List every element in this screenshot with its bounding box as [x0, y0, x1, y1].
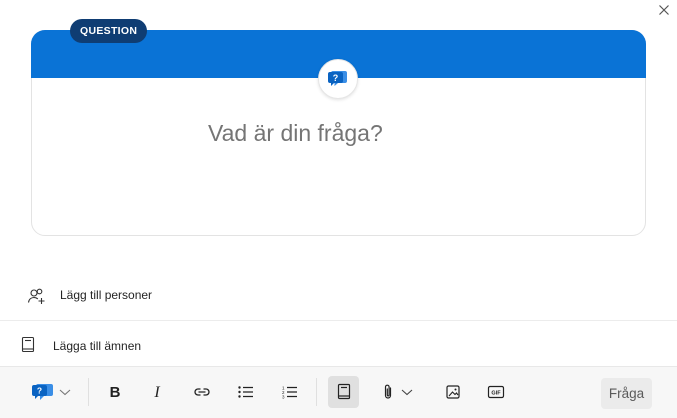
chevron-down-icon: [401, 389, 413, 396]
link-icon: [194, 388, 210, 396]
attach-dropdown[interactable]: [376, 376, 420, 408]
add-people-row[interactable]: Lägg till personer: [0, 282, 677, 310]
question-chat-icon: ?: [328, 71, 347, 86]
question-card: QUESTION ?: [31, 19, 646, 236]
svg-text:3: 3: [282, 395, 285, 400]
topic-book-icon: [20, 335, 36, 355]
chevron-down-icon: [59, 389, 71, 396]
numbered-list-icon: 1 2 3: [282, 386, 297, 400]
svg-text:B: B: [110, 384, 121, 400]
gif-icon: GIF: [487, 385, 505, 399]
compose-question-dialog: QUESTION ? Lägg till personer: [0, 0, 677, 418]
svg-text:?: ?: [37, 386, 42, 396]
gif-button[interactable]: GIF: [483, 376, 509, 408]
svg-text:I: I: [153, 384, 160, 400]
toolbar-separator: [88, 378, 89, 406]
question-type-avatar: ?: [318, 59, 358, 99]
bulleted-list-button[interactable]: [232, 376, 260, 408]
italic-icon: I: [153, 384, 160, 400]
topic-book-icon: [337, 383, 350, 400]
question-chat-icon: ?: [32, 384, 53, 400]
row-divider: [0, 320, 677, 321]
svg-text:GIF: GIF: [491, 391, 501, 397]
close-icon: [659, 5, 669, 15]
add-people-label: Lägg till personer: [60, 288, 153, 302]
numbered-list-button[interactable]: 1 2 3: [276, 376, 304, 408]
bold-icon: B: [110, 384, 121, 400]
add-topics-row[interactable]: Lägga till ämnen: [0, 333, 677, 359]
post-type-dropdown[interactable]: ?: [28, 376, 76, 408]
add-topics-label: Lägga till ämnen: [53, 339, 142, 353]
close-button[interactable]: [652, 0, 676, 20]
bulleted-list-icon: [238, 386, 253, 398]
add-people-icon: [27, 286, 47, 306]
italic-button[interactable]: I: [144, 376, 170, 408]
submit-question-button[interactable]: Fråga: [601, 378, 652, 409]
link-button[interactable]: [188, 376, 216, 408]
toolbar-separator: [316, 378, 317, 406]
post-type-badge: QUESTION: [70, 19, 148, 43]
question-input[interactable]: [208, 120, 508, 147]
attach-icon: [384, 384, 392, 399]
image-button[interactable]: [440, 376, 466, 408]
bold-button[interactable]: B: [102, 376, 128, 408]
topic-button[interactable]: [328, 376, 359, 408]
svg-text:?: ?: [333, 73, 339, 83]
image-icon: [446, 385, 460, 399]
compose-toolbar: ? B I 1 2 3 GIF Fråga: [0, 366, 677, 418]
